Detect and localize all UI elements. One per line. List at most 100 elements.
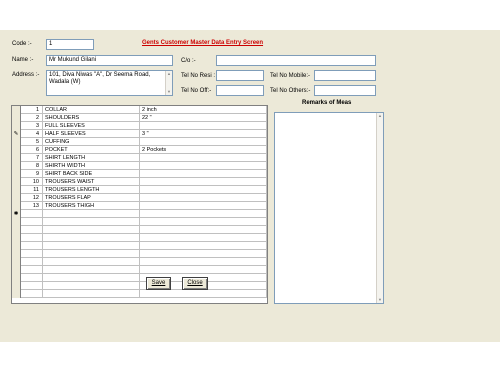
name-field[interactable]: Mr Mukund Gilani	[46, 55, 173, 66]
table-row[interactable]: ✱	[12, 210, 267, 218]
measurement-name-cell[interactable]	[43, 266, 140, 274]
table-row[interactable]: ✎ 4 HALF SLEEVES 3 "	[12, 130, 267, 138]
row-indicator[interactable]	[12, 154, 21, 162]
measurement-name-cell[interactable]: POCKET	[43, 146, 140, 154]
table-row[interactable]	[12, 290, 267, 298]
code-field[interactable]: 1	[46, 39, 94, 50]
measurement-value-cell[interactable]	[140, 218, 267, 226]
row-indicator[interactable]	[12, 202, 21, 210]
row-indicator[interactable]	[12, 170, 21, 178]
row-indicator[interactable]	[12, 258, 21, 266]
table-row[interactable]: 10 TROUSERS WAIST	[12, 178, 267, 186]
edit-pencil-icon[interactable]: ✎	[12, 130, 21, 138]
measurement-name-cell[interactable]: HALF SLEEVES	[43, 130, 140, 138]
co-field[interactable]	[216, 55, 376, 66]
address-scrollbar[interactable]: ▲ ▼	[165, 71, 172, 95]
measurement-name-cell[interactable]: CUFFING	[43, 138, 140, 146]
row-indicator[interactable]	[12, 234, 21, 242]
row-indicator[interactable]	[12, 290, 21, 298]
table-row[interactable]: 11 TROUSERS LENGTH	[12, 186, 267, 194]
measurement-value-cell[interactable]	[140, 202, 267, 210]
row-indicator[interactable]	[12, 162, 21, 170]
remarks-scrollbar[interactable]: ▲ ▼	[376, 113, 383, 303]
table-row[interactable]	[12, 266, 267, 274]
measurement-value-cell[interactable]	[140, 138, 267, 146]
measurement-value-cell[interactable]	[140, 266, 267, 274]
table-row[interactable]: 6 POCKET 2 Pockets	[12, 146, 267, 154]
scroll-up-icon[interactable]: ▲	[377, 113, 383, 119]
measurement-name-cell[interactable]: SHOULDERS	[43, 114, 140, 122]
tel-mobile-field[interactable]	[314, 70, 376, 81]
table-row[interactable]	[12, 234, 267, 242]
table-row[interactable]: 7 SHIRT LENGTH	[12, 154, 267, 162]
row-indicator[interactable]	[12, 178, 21, 186]
table-row[interactable]: 3 FULL SLEEVES	[12, 122, 267, 130]
measurement-name-cell[interactable]	[43, 250, 140, 258]
measurement-value-cell[interactable]: 22 "	[140, 114, 267, 122]
scroll-down-icon[interactable]: ▼	[166, 89, 172, 95]
table-row[interactable]: 5 CUFFING	[12, 138, 267, 146]
row-indicator[interactable]	[12, 226, 21, 234]
measurement-name-cell[interactable]: COLLAR	[43, 106, 140, 114]
measurement-name-cell[interactable]	[43, 210, 140, 218]
measurement-value-cell[interactable]	[140, 290, 267, 298]
measurement-value-cell[interactable]	[140, 234, 267, 242]
table-row[interactable]: 12 TROUSERS FLAP	[12, 194, 267, 202]
table-row[interactable]: 2 SHOULDERS 22 "	[12, 114, 267, 122]
measurement-value-cell[interactable]	[140, 122, 267, 130]
row-indicator[interactable]	[12, 146, 21, 154]
table-row[interactable]	[12, 274, 267, 282]
row-indicator[interactable]	[12, 122, 21, 130]
row-indicator[interactable]	[12, 242, 21, 250]
measurement-name-cell[interactable]	[43, 226, 140, 234]
scroll-up-icon[interactable]: ▲	[166, 71, 172, 77]
measurement-value-cell[interactable]	[140, 186, 267, 194]
measurement-name-cell[interactable]	[43, 234, 140, 242]
row-indicator[interactable]	[12, 218, 21, 226]
table-row[interactable]: 13 TROUSERS THIGH	[12, 202, 267, 210]
row-indicator[interactable]	[12, 266, 21, 274]
measurement-name-cell[interactable]	[43, 218, 140, 226]
measurement-name-cell[interactable]: FULL SLEEVES	[43, 122, 140, 130]
measurement-value-cell[interactable]	[140, 162, 267, 170]
measurement-name-cell[interactable]	[43, 290, 140, 298]
row-indicator[interactable]	[12, 186, 21, 194]
row-indicator[interactable]	[12, 282, 21, 290]
measurement-value-cell[interactable]: 2 Pockets	[140, 146, 267, 154]
remarks-field[interactable]: ▲ ▼	[274, 112, 384, 304]
table-row[interactable]	[12, 250, 267, 258]
table-row[interactable]	[12, 282, 267, 290]
table-row[interactable]	[12, 218, 267, 226]
row-indicator[interactable]	[12, 114, 21, 122]
tel-others-field[interactable]	[314, 85, 376, 96]
table-row[interactable]: 9 SHIRT BACK SIDE	[12, 170, 267, 178]
measurement-name-cell[interactable]	[43, 242, 140, 250]
measurement-value-cell[interactable]	[140, 154, 267, 162]
measurement-value-cell[interactable]	[140, 170, 267, 178]
measurement-value-cell[interactable]: 2 inch	[140, 106, 267, 114]
measurement-value-cell[interactable]	[140, 210, 267, 218]
table-row[interactable]	[12, 258, 267, 266]
scroll-down-icon[interactable]: ▼	[377, 297, 383, 303]
measurement-value-cell[interactable]	[140, 258, 267, 266]
table-row[interactable]: 8 SHIRTH WIDTH	[12, 162, 267, 170]
tel-resi-field[interactable]	[216, 70, 264, 81]
row-indicator[interactable]	[12, 138, 21, 146]
measurement-value-cell[interactable]	[140, 194, 267, 202]
measurement-name-cell[interactable]: TROUSERS WAIST	[43, 178, 140, 186]
close-button[interactable]: Close	[182, 277, 208, 290]
row-indicator[interactable]	[12, 194, 21, 202]
measurement-value-cell[interactable]: 3 "	[140, 130, 267, 138]
measurement-name-cell[interactable]: SHIRT BACK SIDE	[43, 170, 140, 178]
table-row[interactable]	[12, 242, 267, 250]
measurement-name-cell[interactable]: SHIRT LENGTH	[43, 154, 140, 162]
measurement-name-cell[interactable]: SHIRTH WIDTH	[43, 162, 140, 170]
row-indicator[interactable]	[12, 274, 21, 282]
table-row[interactable]: 1 COLLAR 2 inch	[12, 106, 267, 114]
address-field[interactable]: 101, Diva Niwas "A", Dr Seema Road, Wada…	[46, 70, 173, 96]
row-indicator[interactable]	[12, 250, 21, 258]
measurement-name-cell[interactable]	[43, 274, 140, 282]
table-row[interactable]	[12, 226, 267, 234]
measurements-grid[interactable]: 1 COLLAR 2 inch 2 SHOULDERS 22 " 3 FULL SLEEVES…	[11, 105, 268, 304]
new-row-star-icon[interactable]: ✱	[12, 210, 21, 218]
